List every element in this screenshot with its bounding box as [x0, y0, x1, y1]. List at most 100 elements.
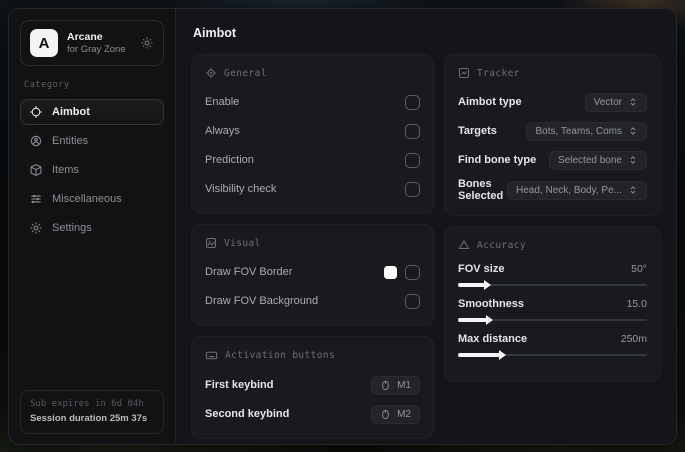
sidebar-item-items[interactable]: Items	[20, 157, 164, 183]
fov-size-slider[interactable]	[458, 280, 647, 290]
image-icon	[205, 237, 217, 249]
setting-row-fov-size: FOV size 50°	[458, 263, 647, 290]
second-keybind-button[interactable]: M2	[371, 404, 420, 424]
dropdown-value: Bots, Teams, Coms	[535, 125, 622, 137]
sub-expires-text: Sub expires in 6d 04h	[30, 399, 144, 410]
panel-general: General Enable Always Prediction Visibil…	[191, 54, 434, 214]
app-logo-card: A Arcane for Gray Zone	[20, 20, 164, 66]
dropdown-value: Vector	[593, 96, 622, 108]
slider-value: 250m	[620, 333, 647, 345]
setting-label: Smoothness	[458, 298, 525, 310]
keybind-value: M1	[397, 379, 411, 391]
package-icon	[29, 163, 43, 177]
setting-row-draw-fov-background: Draw FOV Background	[205, 290, 420, 312]
max-distance-slider[interactable]	[458, 350, 647, 360]
setting-row-second-keybind: Second keybind M2	[205, 403, 420, 425]
panel-title: Tracker	[477, 67, 520, 79]
panel-visual: Visual Draw FOV Border Draw FOV Backgrou…	[191, 224, 434, 326]
slider-fill	[458, 315, 494, 325]
setting-label: Enable	[205, 96, 240, 108]
setting-label: Targets	[458, 125, 497, 137]
app-subtitle: for Gray Zone	[67, 43, 126, 55]
fov-border-color-swatch[interactable]	[384, 265, 397, 279]
setting-row-prediction: Prediction	[205, 149, 420, 171]
setting-label: Max distance	[458, 333, 528, 345]
panel-activation-buttons: Activation buttons First keybind M1 Seco…	[191, 336, 434, 439]
draw-fov-border-checkbox[interactable]	[405, 264, 420, 280]
dropdown-value: Head, Neck, Body, Pe...	[516, 184, 622, 196]
sidebar-item-label: Aimbot	[52, 106, 90, 118]
chevrons-up-down-icon	[628, 97, 638, 107]
panel-title: General	[224, 67, 267, 79]
mouse-icon	[380, 409, 391, 420]
setting-label: Bones Selected	[458, 178, 504, 202]
setting-row-first-keybind: First keybind M1	[205, 374, 420, 396]
setting-row-always: Always	[205, 120, 420, 142]
setting-row-draw-fov-border: Draw FOV Border	[205, 261, 420, 283]
gear-icon[interactable]	[140, 36, 154, 50]
app-logo: A	[30, 29, 58, 57]
subscription-info-card: Sub expires in 6d 04h Session duration 2…	[20, 390, 164, 434]
setting-row-visibility-check: Visibility check	[205, 178, 420, 200]
panel-title: Activation buttons	[225, 350, 336, 361]
cheat-menu-window: A Arcane for Gray Zone Category Aimbot E…	[8, 8, 677, 445]
setting-row-bones-selected: Bones Selected Head, Neck, Body, Pe...	[458, 178, 647, 202]
gear-icon	[29, 221, 43, 235]
setting-label: Second keybind	[205, 408, 290, 420]
sidebar-item-label: Miscellaneous	[52, 193, 122, 205]
sliders-icon	[29, 192, 43, 206]
setting-label: Aimbot type	[458, 96, 522, 108]
crosshair-icon	[29, 105, 43, 119]
slider-fill	[458, 280, 492, 290]
chevrons-up-down-icon	[628, 155, 638, 165]
mouse-icon	[380, 380, 391, 391]
app-name: Arcane	[67, 30, 103, 43]
panel-tracker: Tracker Aimbot type Vector Targets Bots,…	[444, 54, 661, 216]
keyboard-icon	[205, 349, 218, 362]
panel-accuracy: Accuracy FOV size 50° Smoothness 15.0 Ma…	[444, 226, 661, 382]
setting-label: Draw FOV Background	[205, 295, 319, 307]
setting-label: Find bone type	[458, 154, 537, 166]
dropdown-value: Selected bone	[558, 154, 622, 166]
sidebar-item-label: Items	[52, 164, 79, 176]
chevrons-up-down-icon	[628, 185, 638, 195]
setting-label: Prediction	[205, 154, 254, 166]
find-bone-type-dropdown[interactable]: Selected bone	[549, 150, 647, 170]
triangle-icon	[458, 239, 470, 251]
setting-row-find-bone-type: Find bone type Selected bone	[458, 149, 647, 171]
setting-label: Visibility check	[205, 183, 277, 195]
draw-fov-background-checkbox[interactable]	[405, 293, 420, 309]
sidebar-item-settings[interactable]: Settings	[20, 215, 164, 241]
setting-label: Always	[205, 125, 240, 137]
main-content: Aimbot General Enable Always Prediction …	[176, 9, 676, 444]
targets-dropdown[interactable]: Bots, Teams, Coms	[526, 121, 647, 141]
slider-value: 50°	[631, 263, 647, 275]
chevrons-up-down-icon	[628, 126, 638, 136]
panel-title: Accuracy	[477, 239, 526, 251]
setting-row-targets: Targets Bots, Teams, Coms	[458, 120, 647, 142]
sidebar-item-label: Settings	[52, 222, 92, 234]
bones-selected-dropdown[interactable]: Head, Neck, Body, Pe...	[507, 180, 647, 200]
visibility-check-checkbox[interactable]	[405, 181, 420, 197]
trend-chart-icon	[458, 67, 470, 79]
setting-row-max-distance: Max distance 250m	[458, 333, 647, 360]
sidebar-item-aimbot[interactable]: Aimbot	[20, 99, 164, 125]
first-keybind-button[interactable]: M1	[371, 375, 420, 395]
page-title: Aimbot	[193, 26, 237, 40]
setting-row-smoothness: Smoothness 15.0	[458, 298, 647, 325]
enable-checkbox[interactable]	[405, 94, 420, 110]
always-checkbox[interactable]	[405, 123, 420, 139]
sidebar-item-miscellaneous[interactable]: Miscellaneous	[20, 186, 164, 212]
slider-fill	[458, 350, 507, 360]
setting-label: First keybind	[205, 379, 274, 391]
aimbot-type-dropdown[interactable]: Vector	[584, 92, 647, 112]
entities-icon	[29, 134, 43, 148]
sidebar-item-entities[interactable]: Entities	[20, 128, 164, 154]
smoothness-slider[interactable]	[458, 315, 647, 325]
session-duration-text: Session duration 25m 37s	[30, 412, 148, 424]
category-label: Category	[24, 80, 70, 90]
setting-label: Draw FOV Border	[205, 266, 293, 278]
panel-title: Visual	[224, 237, 261, 249]
prediction-checkbox[interactable]	[405, 152, 420, 168]
keybind-value: M2	[397, 408, 411, 420]
